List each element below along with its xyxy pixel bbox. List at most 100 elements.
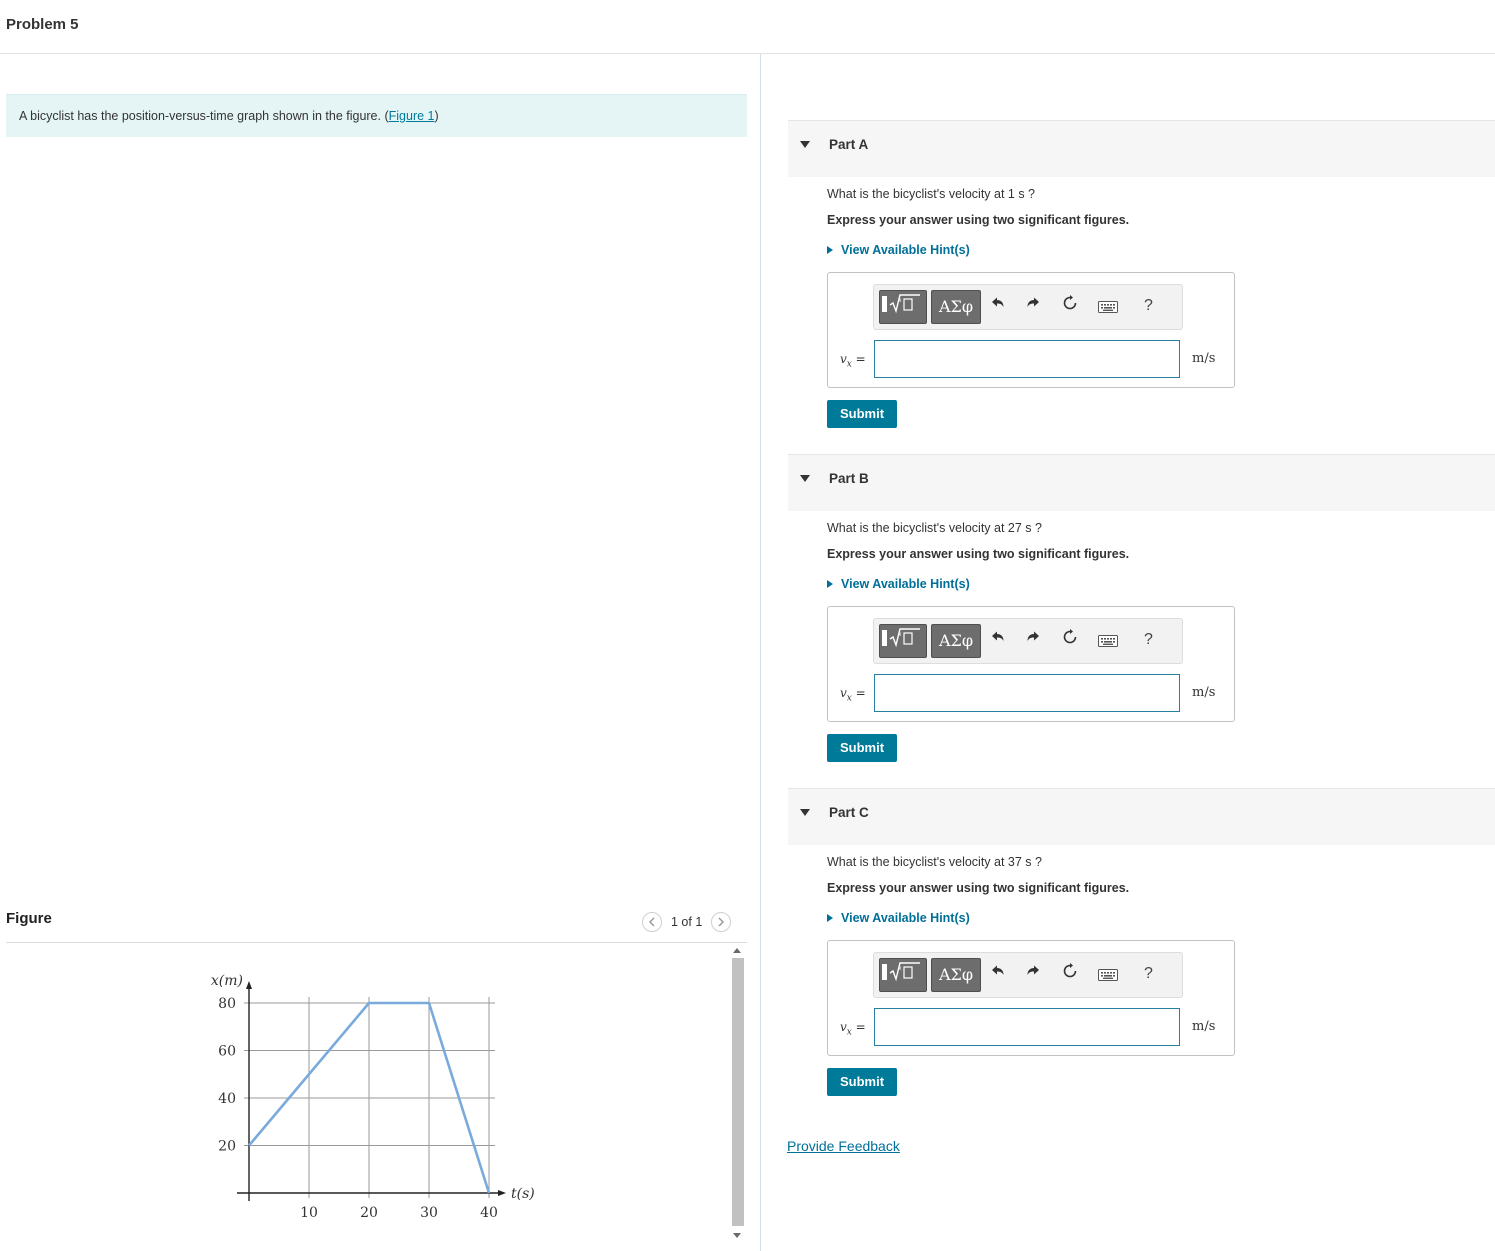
x-axis-arrow <box>498 1190 506 1196</box>
x-axis-label: t(s) <box>511 1186 535 1202</box>
part-label: Part A <box>829 137 869 152</box>
help-button[interactable]: ? <box>1144 965 1153 983</box>
variable-symbol: v <box>840 352 847 366</box>
svg-text:x: x <box>898 297 902 304</box>
templates-button[interactable]: x <box>879 958 927 992</box>
undo-icon[interactable] <box>991 964 1013 986</box>
variable-label: vx = <box>840 352 866 369</box>
templates-button[interactable]: x <box>879 624 927 658</box>
chevron-left-icon <box>648 917 655 927</box>
part-instruction: Express your answer using two significan… <box>827 547 1130 561</box>
part-header[interactable]: Part B <box>788 454 1495 511</box>
variable-symbol: v <box>840 686 847 700</box>
y-axis-label: x(m) <box>211 973 243 989</box>
reset-icon[interactable] <box>1062 963 1084 985</box>
chevron-right-icon <box>718 917 725 927</box>
keyboard-icon[interactable] <box>1098 634 1120 656</box>
greek-symbols-button[interactable]: ΑΣφ <box>931 624 981 658</box>
greek-symbols-button[interactable]: ΑΣφ <box>931 290 981 324</box>
redo-icon[interactable] <box>1026 630 1048 652</box>
problem-header: Problem 5 <box>0 0 1495 54</box>
x-tick-label: 40 <box>480 1205 498 1221</box>
redo-icon[interactable] <box>1026 296 1048 318</box>
part-question: What is the bicyclist's velocity at 1 s … <box>827 187 1036 201</box>
view-hints-link[interactable]: View Available Hint(s) <box>827 577 970 591</box>
view-hints-link[interactable]: View Available Hint(s) <box>827 911 970 925</box>
answer-input[interactable] <box>874 340 1180 378</box>
math-toolbar: x ΑΣφ? <box>873 952 1183 998</box>
templates-icon: x <box>880 294 922 321</box>
pager-count: 1 of 1 <box>671 915 703 929</box>
keyboard-icon[interactable] <box>1098 300 1120 322</box>
prev-figure-button[interactable] <box>642 912 662 932</box>
reset-icon[interactable] <box>1062 629 1084 651</box>
submit-button[interactable]: Submit <box>827 1068 897 1096</box>
part-question: What is the bicyclist's velocity at 37 s… <box>827 855 1042 869</box>
submit-button[interactable]: Submit <box>827 734 897 762</box>
variable-label: vx = <box>840 1020 866 1037</box>
figure-title: Figure <box>6 910 52 927</box>
reset-icon[interactable] <box>1062 295 1084 317</box>
equals-sign: = <box>851 352 866 366</box>
problem-intro: A bicyclist has the position-versus-time… <box>6 94 747 137</box>
caret-right-icon <box>827 914 833 922</box>
undo-icon[interactable] <box>991 296 1013 318</box>
scroll-down-icon[interactable] <box>733 1233 741 1238</box>
svg-text:x: x <box>898 631 902 638</box>
equals-sign: = <box>851 686 866 700</box>
next-figure-button[interactable] <box>711 912 732 932</box>
view-hints-link[interactable]: View Available Hint(s) <box>827 243 970 257</box>
figure-link[interactable]: Figure 1 <box>389 109 435 123</box>
collapse-triangle-icon[interactable] <box>800 475 810 482</box>
scroll-up-icon[interactable] <box>733 948 741 953</box>
keyboard-icon[interactable] <box>1098 968 1120 990</box>
help-button[interactable]: ? <box>1144 297 1153 315</box>
undo-icon[interactable] <box>991 630 1013 652</box>
answer-box: x ΑΣφ? vx = m/s <box>827 940 1235 1056</box>
help-button[interactable]: ? <box>1144 631 1153 649</box>
part-instruction: Express your answer using two significan… <box>827 213 1130 227</box>
part-header[interactable]: Part A <box>788 120 1495 177</box>
answer-box: x ΑΣφ? vx = m/s <box>827 606 1235 722</box>
y-tick-label: 40 <box>218 1091 236 1107</box>
equals-sign: = <box>851 1020 866 1034</box>
y-axis-arrow <box>246 981 252 989</box>
pane-divider[interactable] <box>760 54 761 1251</box>
part-label: Part C <box>829 805 869 820</box>
part-section: Part C What is the bicyclist's velocity a… <box>788 788 1495 1118</box>
part-section: Part A What is the bicyclist's velocity a… <box>788 120 1495 450</box>
caret-right-icon <box>827 580 833 588</box>
redo-icon[interactable] <box>1026 964 1048 986</box>
scroll-thumb[interactable] <box>732 958 744 1226</box>
templates-button[interactable]: x <box>879 290 927 324</box>
submit-button[interactable]: Submit <box>827 400 897 428</box>
answer-box: x ΑΣφ? vx = m/s <box>827 272 1235 388</box>
math-toolbar: x ΑΣφ? <box>873 618 1183 664</box>
y-tick-label: 80 <box>218 996 236 1012</box>
part-header[interactable]: Part C <box>788 788 1495 845</box>
variable-symbol: v <box>840 1020 847 1034</box>
part-instruction: Express your answer using two significan… <box>827 881 1130 895</box>
part-question: What is the bicyclist's velocity at 27 s… <box>827 521 1042 535</box>
hint-label: View Available Hint(s) <box>841 911 970 925</box>
greek-symbols-button[interactable]: ΑΣφ <box>931 958 981 992</box>
svg-text:x: x <box>898 965 902 972</box>
y-tick-label: 20 <box>218 1139 236 1155</box>
answer-input[interactable] <box>874 1008 1180 1046</box>
figure-divider <box>6 942 747 943</box>
figure-scrollbar[interactable] <box>729 944 747 1244</box>
problem-title: Problem 5 <box>6 16 79 33</box>
part-section: Part B What is the bicyclist's velocity a… <box>788 454 1495 784</box>
answer-input[interactable] <box>874 674 1180 712</box>
math-toolbar: x ΑΣφ? <box>873 284 1183 330</box>
provide-feedback-link[interactable]: Provide Feedback <box>787 1138 900 1154</box>
unit-label: m/s <box>1192 1019 1216 1034</box>
variable-label: vx = <box>840 686 866 703</box>
collapse-triangle-icon[interactable] <box>800 141 810 148</box>
x-tick-label: 10 <box>300 1205 318 1221</box>
caret-right-icon <box>827 246 833 254</box>
hint-label: View Available Hint(s) <box>841 577 970 591</box>
collapse-triangle-icon[interactable] <box>800 809 810 816</box>
templates-icon: x <box>880 628 922 655</box>
unit-label: m/s <box>1192 351 1216 366</box>
